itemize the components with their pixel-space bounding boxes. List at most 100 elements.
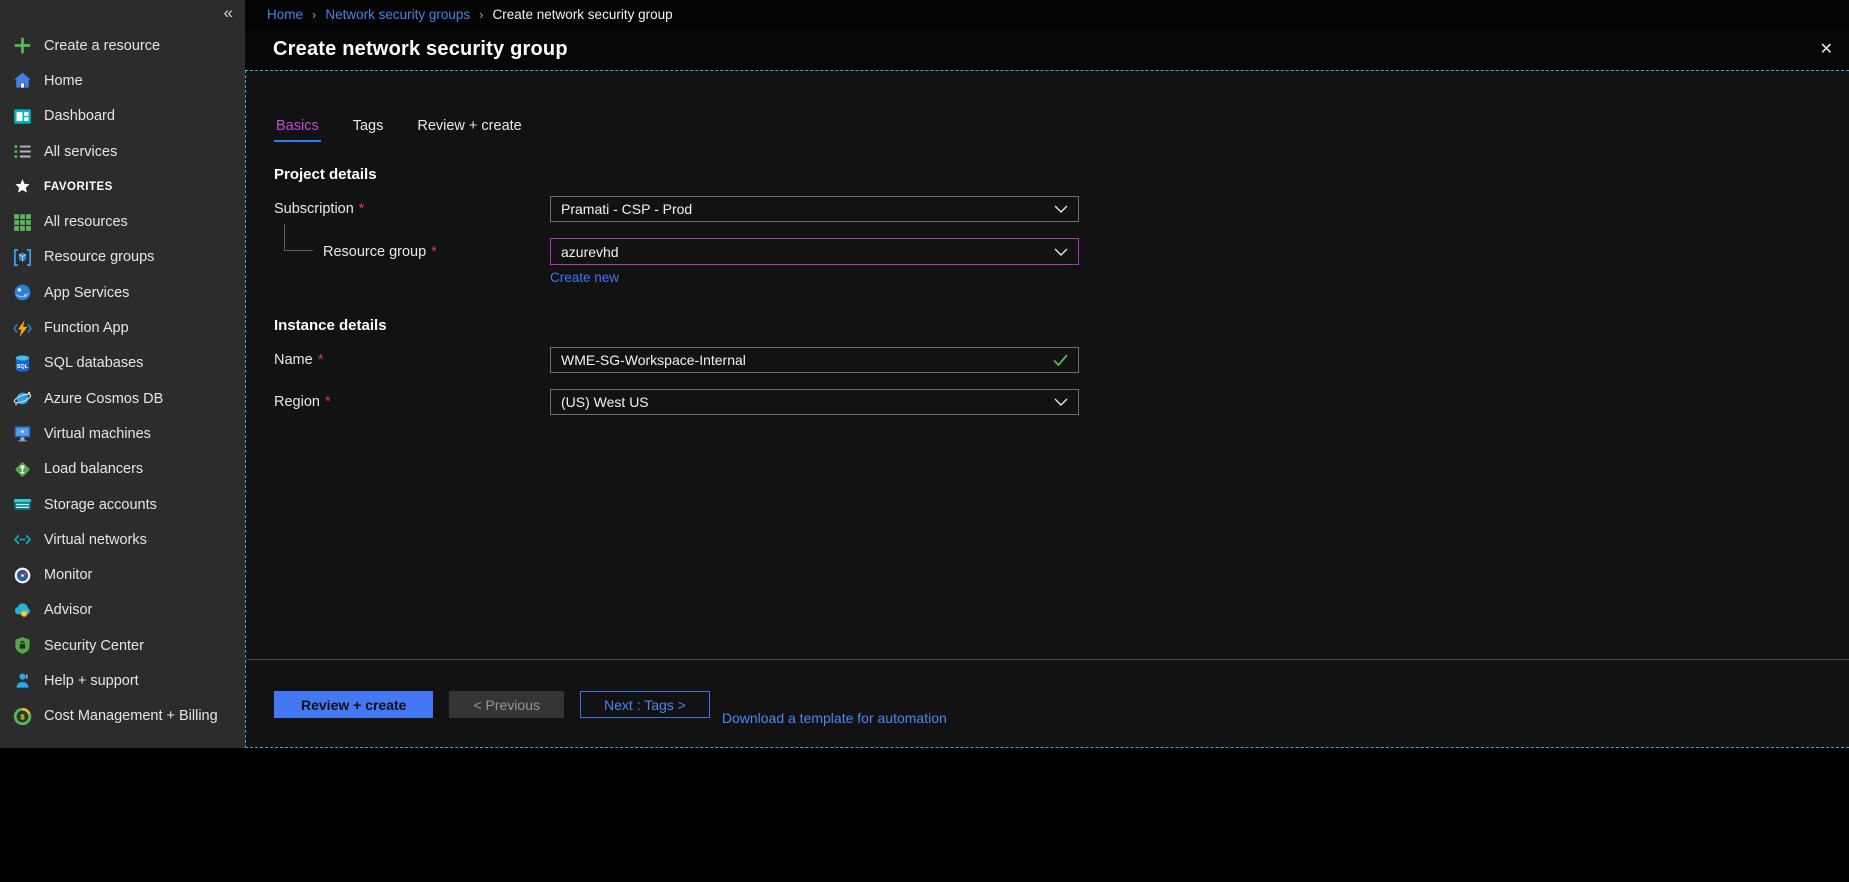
- sidebar-item-label: Storage accounts: [44, 497, 157, 513]
- breadcrumb-item-create-network-security-group: Create network security group: [493, 7, 673, 22]
- sidebar-item-label: Cost Management + Billing: [44, 708, 218, 724]
- sidebar-item-help-support[interactable]: Help + support: [0, 663, 245, 698]
- footer-bar: Review + create < Previous Next : Tags >…: [246, 659, 1849, 747]
- breadcrumb-item-network-security-groups[interactable]: Network security groups: [325, 7, 470, 22]
- breadcrumb-separator: ›: [312, 7, 316, 22]
- monitor-icon: [13, 566, 32, 585]
- sidebar-item-load-balancers[interactable]: Load balancers: [0, 452, 245, 487]
- advisor-icon: [13, 601, 32, 620]
- page-title: Create network security group: [273, 38, 568, 61]
- cosmos-icon: [13, 389, 32, 408]
- required-asterisk: *: [359, 201, 365, 217]
- sidebar-item-label: Resource groups: [44, 249, 154, 265]
- subscription-label: Subscription *: [274, 201, 550, 217]
- sidebar-item-home[interactable]: Home: [0, 63, 245, 98]
- next-tags-button[interactable]: Next : Tags >: [580, 691, 710, 718]
- name-field: [550, 347, 1079, 373]
- required-asterisk: *: [431, 244, 437, 260]
- resource-group-label: Resource group *: [274, 244, 550, 260]
- required-asterisk: *: [318, 352, 324, 368]
- sidebar-item-label: Security Center: [44, 638, 144, 654]
- sidebar-item-dashboard[interactable]: Dashboard: [0, 99, 245, 134]
- function-icon: [13, 319, 32, 338]
- empty-background: [245, 748, 1849, 882]
- star-icon: [13, 177, 32, 196]
- sidebar-item-app-services[interactable]: App Services: [0, 275, 245, 310]
- sidebar-item-cost-management-billing[interactable]: $ Cost Management + Billing: [0, 699, 245, 734]
- cost-icon: $: [13, 707, 32, 726]
- region-label-text: Region: [274, 394, 320, 410]
- dashboard-icon: [13, 107, 32, 126]
- breadcrumb-item-home[interactable]: Home: [267, 7, 303, 22]
- chevron-down-icon: [1054, 205, 1068, 213]
- home-icon: [13, 71, 32, 90]
- sidebar-item-function-app[interactable]: Function App: [0, 310, 245, 345]
- sidebar-item-security-center[interactable]: Security Center: [0, 628, 245, 663]
- sidebar-item-label: All services: [44, 144, 117, 160]
- sidebar-item-label: Advisor: [44, 602, 92, 618]
- vm-icon: [13, 424, 32, 443]
- sidebar-item-monitor[interactable]: Monitor: [0, 557, 245, 592]
- region-label: Region *: [274, 394, 550, 410]
- region-row: Region * (US) West US: [274, 389, 1849, 415]
- resource-group-icon: [13, 248, 32, 267]
- load-balancer-icon: [13, 460, 32, 479]
- resource-group-dropdown[interactable]: azurevhd: [550, 238, 1079, 265]
- panel-header: Create network security group ✕: [245, 28, 1849, 70]
- name-label: Name *: [274, 352, 550, 368]
- sidebar-item-label: FAVORITES: [44, 181, 113, 193]
- sidebar-nav: Create a resource Home Dashboard All servic…: [0, 0, 245, 734]
- tab-review-create[interactable]: Review + create: [415, 118, 523, 142]
- sidebar-item-all-resources[interactable]: All resources: [0, 204, 245, 239]
- main-area: Home › Network security groups › Create netw…: [245, 0, 1849, 882]
- sidebar-item-resource-groups[interactable]: Resource groups: [0, 240, 245, 275]
- name-label-text: Name: [274, 352, 313, 368]
- name-input[interactable]: [561, 352, 1045, 368]
- storage-icon: [13, 495, 32, 514]
- sidebar-item-azure-cosmos-db[interactable]: Azure Cosmos DB: [0, 381, 245, 416]
- sidebar-item-label: Help + support: [44, 673, 139, 689]
- tab-basics[interactable]: Basics: [274, 118, 321, 142]
- sidebar-item-label: Load balancers: [44, 461, 143, 477]
- breadcrumb: Home › Network security groups › Create netw…: [267, 7, 673, 22]
- sidebar-item-virtual-machines[interactable]: Virtual machines: [0, 416, 245, 451]
- previous-button[interactable]: < Previous: [449, 691, 564, 718]
- subscription-row: Subscription * Pramati - CSP - Prod: [274, 196, 1849, 222]
- sidebar-collapse-button[interactable]: «: [224, 3, 233, 23]
- list-icon: [13, 142, 32, 161]
- help-icon: [13, 671, 32, 690]
- create-new-link[interactable]: Create new: [550, 270, 619, 285]
- sidebar-item-label: All resources: [44, 214, 128, 230]
- sidebar-item-label: Function App: [44, 320, 129, 336]
- region-dropdown[interactable]: (US) West US: [550, 389, 1079, 415]
- plus-icon: [13, 36, 32, 55]
- grid-icon: [13, 213, 32, 232]
- sidebar-item-create-a-resource[interactable]: Create a resource: [0, 28, 245, 63]
- sidebar-item-storage-accounts[interactable]: Storage accounts: [0, 487, 245, 522]
- sidebar-item-virtual-networks[interactable]: Virtual networks: [0, 522, 245, 557]
- breadcrumb-separator: ›: [479, 7, 483, 22]
- sidebar-item-label: Create a resource: [44, 38, 160, 54]
- sidebar-item-advisor[interactable]: Advisor: [0, 593, 245, 628]
- vnet-icon: [13, 530, 32, 549]
- sidebar-item-label: SQL databases: [44, 355, 143, 371]
- resource-group-value: azurevhd: [561, 244, 619, 260]
- svg-text:SQL: SQL: [17, 364, 29, 370]
- tab-tags[interactable]: Tags: [351, 118, 386, 142]
- close-icon[interactable]: ✕: [1820, 39, 1833, 59]
- instance-details-heading: Instance details: [274, 317, 1849, 334]
- subscription-value: Pramati - CSP - Prod: [561, 201, 692, 217]
- sidebar-item-label: Home: [44, 73, 83, 89]
- sidebar-item-all-services[interactable]: All services: [0, 134, 245, 169]
- sidebar-item-sql-databases[interactable]: SQL SQL databases: [0, 346, 245, 381]
- subscription-dropdown[interactable]: Pramati - CSP - Prod: [550, 196, 1079, 222]
- download-template-link[interactable]: Download a template for automation: [722, 710, 947, 726]
- sidebar-item-label: Dashboard: [44, 108, 115, 124]
- review-create-button[interactable]: Review + create: [274, 691, 433, 718]
- valid-check-icon: [1053, 354, 1068, 366]
- subscription-label-text: Subscription: [274, 201, 354, 217]
- name-row: Name *: [274, 347, 1849, 373]
- resource-group-row: Resource group * azurevhd: [274, 238, 1849, 265]
- sidebar-item-label: Azure Cosmos DB: [44, 391, 163, 407]
- project-details-heading: Project details: [274, 166, 1849, 183]
